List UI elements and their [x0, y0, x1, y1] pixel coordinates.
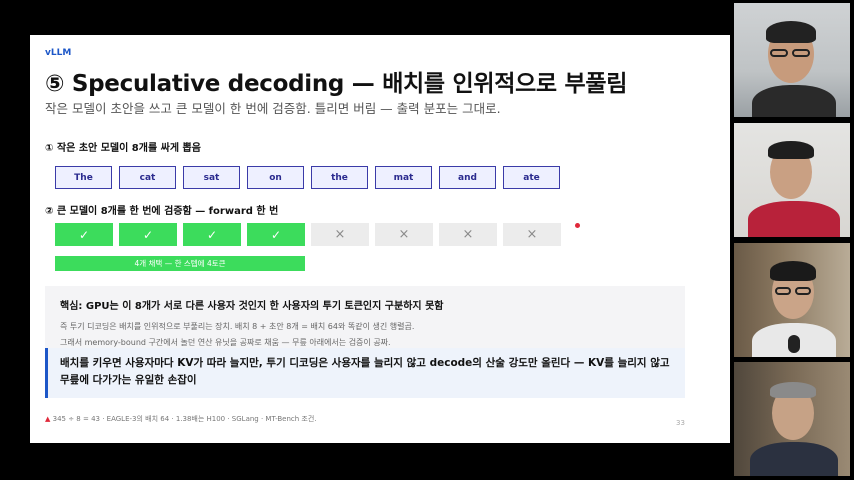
- accepted-summary-bar: 4개 채택 — 한 스텝에 4토큰: [55, 256, 305, 271]
- slide-subtitle: 작은 모델이 초안을 쓰고 큰 모델이 한 번에 검증함. 틀리면 버림 — 출…: [45, 101, 501, 116]
- participant-video-tile[interactable]: [734, 123, 850, 237]
- accepted-check-icon: ✓: [55, 223, 113, 246]
- person-torso: [752, 85, 836, 117]
- key-point-line: 그래서 memory-bound 구간에서 놀던 연산 유닛을 공짜로 채움 —…: [60, 338, 391, 347]
- key-point-title: 핵심: GPU는 이 8개가 서로 다른 사용자 것인지 한 사용자의 투기 토…: [60, 301, 444, 312]
- participant-video-tile[interactable]: [734, 243, 850, 357]
- footnote-text: 345 ÷ 8 = 43 · EAGLE-3의 배치 64 · 1.38배는 H…: [52, 415, 317, 423]
- participant-video-tile[interactable]: [734, 362, 850, 476]
- red-dot-marker: [575, 223, 580, 228]
- hair: [770, 261, 816, 281]
- slide-title: ⑤ Speculative decoding — 배치를 인위적으로 부풀림: [45, 71, 628, 97]
- key-point-line: 즉 투기 디코딩은 배치를 인위적으로 부풀리는 장치. 배치 8 + 초안 8…: [60, 322, 415, 331]
- person-torso: [748, 201, 840, 237]
- step-2-label: ② 큰 모델이 8개를 한 번에 검증함 — forward 한 번: [45, 206, 279, 217]
- glasses-icon: [795, 287, 811, 295]
- accepted-check-icon: ✓: [183, 223, 241, 246]
- step-1-label: ① 작은 초안 모델이 8개를 싸게 뽑음: [45, 143, 201, 154]
- draft-token: the: [311, 166, 368, 189]
- draft-token: and: [439, 166, 496, 189]
- conclusion-text: 배치를 키우면 사용자마다 KV가 따라 늘지만, 투기 디코딩은 사용자를 늘…: [60, 357, 670, 386]
- participant-video-tile[interactable]: [734, 3, 850, 117]
- microphone-icon: [788, 335, 800, 353]
- brand-label: vLLM: [45, 48, 72, 58]
- rejected-cross-icon: ×: [503, 223, 561, 246]
- triangle-marker-icon: ▲: [45, 415, 51, 423]
- glasses-icon: [770, 49, 788, 57]
- hair: [768, 141, 814, 159]
- draft-token: on: [247, 166, 304, 189]
- draft-token: ate: [503, 166, 560, 189]
- draft-token: mat: [375, 166, 432, 189]
- draft-token: The: [55, 166, 112, 189]
- presentation-slide: vLLM ⑤ Speculative decoding — 배치를 인위적으로 …: [30, 35, 730, 443]
- footnote: ▲ 345 ÷ 8 = 43 · EAGLE-3의 배치 64 · 1.38배는…: [45, 414, 317, 424]
- hair: [770, 382, 816, 398]
- conclusion-callout: 배치를 키우면 사용자마다 KV가 따라 늘지만, 투기 디코딩은 사용자를 늘…: [45, 348, 685, 398]
- accepted-check-icon: ✓: [119, 223, 177, 246]
- glasses-icon: [792, 49, 810, 57]
- accepted-check-icon: ✓: [247, 223, 305, 246]
- draft-token: cat: [119, 166, 176, 189]
- rejected-cross-icon: ×: [311, 223, 369, 246]
- rejected-cross-icon: ×: [375, 223, 433, 246]
- draft-token: sat: [183, 166, 240, 189]
- rejected-cross-icon: ×: [439, 223, 497, 246]
- hair: [766, 21, 816, 43]
- person-torso: [750, 442, 838, 476]
- page-number: 33: [676, 419, 685, 427]
- glasses-icon: [775, 287, 791, 295]
